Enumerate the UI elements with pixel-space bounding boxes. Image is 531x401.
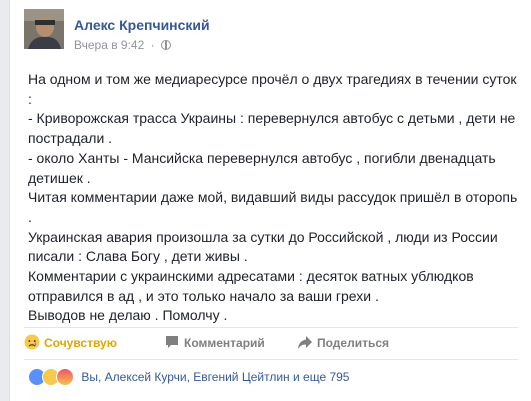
- post-paragraph: Выводов не делаю . Помолчу .: [28, 307, 228, 324]
- action-bar: Сочувствую Комментарий Поделиться: [24, 331, 524, 355]
- like-button-label: Сочувствую: [44, 336, 117, 350]
- sad-reaction-icon: [24, 334, 40, 350]
- post-paragraph: Украинская авария произошла за сутки до …: [28, 228, 498, 265]
- comment-button-label: Комментарий: [184, 336, 265, 350]
- globe-icon[interactable]: [160, 40, 171, 50]
- post-paragraph: Читая комментарии даже мой, видавший вид…: [28, 189, 518, 225]
- post-text: На одном и том же медиаресурсе прочёл о …: [28, 70, 518, 326]
- reaction-icons: [28, 368, 76, 386]
- comment-icon: [166, 336, 178, 348]
- meta-separator: ·: [150, 38, 155, 52]
- reactions-text[interactable]: Вы, Алексей Курчи, Евгений Цейтлин и еще…: [81, 370, 349, 384]
- post-meta: Вчера в 9:42 ·: [74, 38, 171, 52]
- like-button[interactable]: Сочувствую: [24, 334, 117, 350]
- post-paragraph: - Криворожская трасса Украины : переверн…: [28, 110, 516, 147]
- divider: [24, 359, 518, 360]
- post-paragraph: На одном и том же медиаресурсе прочёл о …: [28, 71, 517, 107]
- angry-icon: [56, 368, 74, 386]
- author-name-link[interactable]: Алекс Крепчинский: [74, 17, 210, 33]
- comment-button[interactable]: Комментарий: [164, 334, 265, 350]
- reactions-summary[interactable]: Вы, Алексей Курчи, Евгений Цейтлин и еще…: [28, 368, 349, 390]
- post-card: Алекс Крепчинский Вчера в 9:42 · На одно…: [9, 0, 531, 401]
- divider: [24, 327, 518, 328]
- avatar[interactable]: [24, 9, 64, 49]
- timestamp-link[interactable]: Вчера в 9:42: [74, 38, 144, 52]
- post-paragraph: Комментарии с украинскими адресатами : д…: [28, 268, 474, 304]
- post-paragraph: - около Ханты - Мансийска перевернулся а…: [28, 149, 496, 186]
- share-icon: [298, 336, 312, 349]
- share-button[interactable]: Поделиться: [297, 334, 389, 350]
- share-button-label: Поделиться: [317, 336, 390, 350]
